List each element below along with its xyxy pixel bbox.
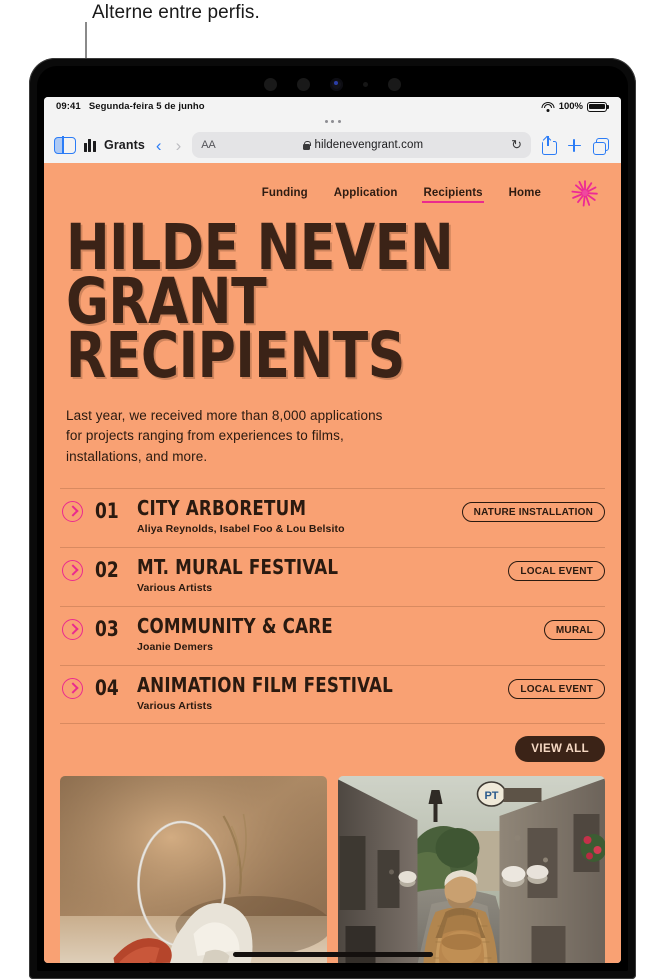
item-title: COMMUNITY & CARE (137, 614, 333, 639)
item-body: MT. MURAL FESTIVAL Various Artists (137, 555, 508, 595)
status-badge: MURAL (543, 620, 605, 641)
svg-text:PT: PT (484, 790, 498, 802)
item-title: CITY ARBORETUM (137, 496, 307, 521)
chevron-circle-icon[interactable] (62, 560, 83, 582)
item-number: 04 (95, 676, 119, 701)
page-title-line2: GRANT RECIPIENTS (66, 265, 405, 393)
list-item[interactable]: 02 MT. MURAL FESTIVAL Various Artists LO… (60, 547, 605, 606)
item-body: COMMUNITY & CARE Joanie Demers (137, 614, 544, 654)
device-bezel: 09:41 Segunda-feira 5 de junho 100% Gran… (37, 66, 628, 971)
status-date: Segunda-feira 5 de junho (88, 101, 205, 112)
tab-overview-icon[interactable] (591, 135, 609, 155)
site-nav: Funding Application Recipients Home (44, 163, 621, 207)
front-sensor-array (37, 73, 628, 95)
flower-starburst-logo[interactable] (571, 179, 599, 207)
text-size-button[interactable]: AA (201, 139, 215, 151)
nav-link-home[interactable]: Home (509, 187, 541, 199)
alley-walker-photo[interactable]: PT (338, 776, 605, 963)
url-display: hildenevengrant.com (222, 139, 506, 151)
front-camera-icon (330, 77, 343, 91)
recipients-list: 01 CITY ARBORETUM Aliya Reynolds, Isabel… (60, 488, 605, 725)
photo-grid: PT (44, 762, 621, 963)
chevron-left-icon[interactable]: ‹ (153, 137, 165, 154)
view-all-button[interactable]: VIEW ALL (515, 736, 605, 763)
item-title: ANIMATION FILM FESTIVAL (137, 673, 393, 698)
chevron-circle-icon[interactable] (62, 619, 83, 641)
item-artists: Aliya Reynolds, Isabel Foo & Lou Belsito (137, 523, 345, 536)
more-dots-icon[interactable] (44, 116, 621, 127)
ipad-device: 09:41 Segunda-feira 5 de junho 100% Gran… (29, 58, 636, 979)
sensor-dot (388, 77, 401, 91)
home-indicator[interactable] (232, 952, 433, 957)
item-number: 01 (95, 499, 119, 524)
nav-link-application[interactable]: Application (334, 187, 398, 199)
nav-link-funding[interactable]: Funding (262, 187, 308, 199)
list-item[interactable]: 01 CITY ARBORETUM Aliya Reynolds, Isabel… (60, 488, 605, 547)
status-right-cluster: 100% (541, 101, 610, 112)
screenshot-root: Alterne entre perfis. 09:41 Segunda-feir… (0, 0, 665, 979)
hero-section: HILDE NEVEN GRANT RECIPIENTS Last year, w… (44, 207, 621, 468)
item-title: MT. MURAL FESTIVAL (137, 555, 339, 580)
address-bar[interactable]: AA hildenevengrant.com ↻ (192, 132, 531, 158)
status-bar: 09:41 Segunda-feira 5 de junho 100% (44, 97, 621, 116)
status-badge: NATURE INSTALLATION (461, 502, 605, 523)
item-body: CITY ARBORETUM Aliya Reynolds, Isabel Fo… (137, 496, 462, 536)
profile-switcher[interactable]: Grants (84, 138, 145, 152)
list-item[interactable]: 04 ANIMATION FILM FESTIVAL Various Artis… (60, 665, 605, 725)
intro-paragraph: Last year, we received more than 8,000 a… (66, 407, 383, 465)
nav-link-recipients[interactable]: Recipients (422, 187, 484, 203)
status-badge: LOCAL EVENT (508, 561, 605, 582)
sensor-dot (363, 81, 368, 87)
profile-name-label: Grants (104, 138, 145, 152)
grants-profile-icon (84, 138, 99, 152)
list-item[interactable]: 03 COMMUNITY & CARE Joanie Demers MURAL (60, 606, 605, 665)
webpage-content: Funding Application Recipients Home HILD… (44, 163, 621, 963)
sensor-dot (264, 77, 277, 91)
view-all-row: VIEW ALL (44, 724, 621, 763)
sidebar-toggle-icon[interactable] (54, 135, 76, 155)
device-screen: 09:41 Segunda-feira 5 de junho 100% Gran… (44, 97, 621, 963)
browser-toolbar: Grants ‹ › AA hildenevengrant.com ↻ (44, 127, 621, 163)
wifi-icon (541, 101, 555, 112)
item-artists: Joanie Demers (137, 641, 214, 654)
reload-icon[interactable]: ↻ (511, 137, 522, 153)
share-icon[interactable] (539, 135, 557, 155)
item-number: 02 (95, 558, 119, 583)
sculpture-still-life-photo[interactable] (60, 776, 327, 963)
battery-icon (587, 101, 610, 112)
chevron-circle-icon[interactable] (62, 501, 83, 523)
item-number: 03 (95, 617, 119, 642)
item-body: ANIMATION FILM FESTIVAL Various Artists (137, 673, 508, 713)
item-artists: Various Artists (137, 582, 213, 595)
bezel-bottom (37, 963, 628, 971)
callout-label: Alterne entre perfis. (92, 2, 260, 23)
plus-icon[interactable] (565, 135, 583, 155)
battery-percent: 100% (558, 101, 583, 112)
status-time: 09:41 (56, 101, 81, 112)
status-badge: LOCAL EVENT (508, 679, 605, 700)
url-text: hildenevengrant.com (314, 139, 424, 151)
page-title: HILDE NEVEN GRANT RECIPIENTS (66, 216, 577, 387)
sensor-dot (297, 77, 310, 91)
chevron-right-icon[interactable]: › (173, 137, 185, 154)
chevron-circle-icon[interactable] (62, 678, 83, 700)
lock-icon (303, 140, 312, 150)
item-artists: Various Artists (137, 700, 213, 713)
